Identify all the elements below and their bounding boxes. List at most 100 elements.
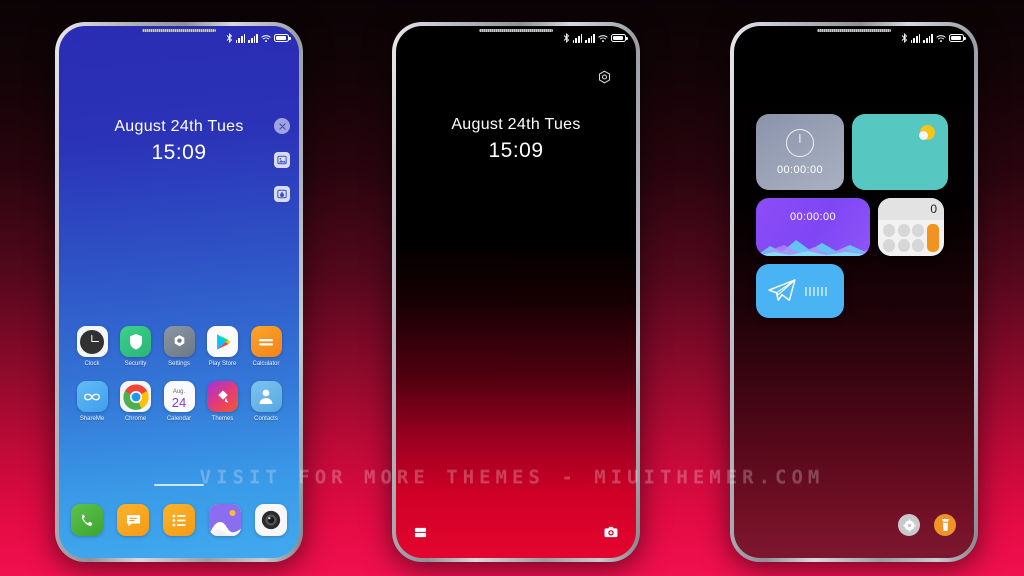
- contacts-icon: [250, 381, 282, 412]
- app-label: Clock: [84, 361, 100, 367]
- status-bar-2: [563, 33, 628, 43]
- wallpaper-button[interactable]: [274, 152, 290, 168]
- app-shareme[interactable]: ShareMe: [73, 381, 111, 422]
- calc-key-operator[interactable]: [926, 224, 939, 252]
- cloud-icon: [919, 131, 928, 140]
- play-store-icon: [207, 326, 238, 357]
- recorder-widget[interactable]: 00:00:00: [756, 198, 870, 256]
- earpiece-speaker: [142, 29, 216, 32]
- clock-time: 15:09: [151, 141, 207, 164]
- app-label: Chrome: [124, 416, 147, 422]
- flashlight-icon: [941, 519, 949, 531]
- camera-icon[interactable]: [604, 526, 618, 538]
- lockscreen-clock-1: August 24th Tues 15:09: [59, 118, 299, 165]
- notes-icon[interactable]: [163, 504, 195, 536]
- phone2-screen[interactable]: August 24th Tues 15:09: [396, 26, 636, 558]
- lockscreen-clock-2: August 24th Tues 15:09: [396, 116, 636, 163]
- clock-widget[interactable]: 00:00:00: [756, 114, 844, 190]
- phone-device-2: August 24th Tues 15:09: [392, 22, 640, 562]
- battery-icon: [274, 34, 291, 42]
- app-label: Security: [124, 361, 147, 367]
- calculator-display: 0: [878, 198, 944, 220]
- widget-row-1: 00:00:00: [756, 114, 952, 190]
- phone3-screen[interactable]: 00:00:00 00:00:00 0: [734, 26, 974, 558]
- recorder-widget-value: 00:00:00: [789, 211, 837, 223]
- message-icon[interactable]: [117, 504, 149, 536]
- earpiece-speaker: [817, 29, 891, 32]
- earpiece-speaker: [479, 29, 553, 32]
- gallery-icon[interactable]: [209, 504, 241, 536]
- chrome-icon: [120, 381, 151, 412]
- waveform-icon: [756, 240, 870, 256]
- app-label: Themes: [211, 416, 234, 422]
- signal-bars-icon: [910, 33, 921, 43]
- phone-icon[interactable]: [71, 504, 103, 536]
- clock-icon: [76, 326, 108, 357]
- app-themes[interactable]: Themes: [204, 381, 242, 422]
- status-bar-3: [901, 33, 966, 43]
- calc-key[interactable]: [883, 239, 896, 252]
- calc-key[interactable]: [897, 224, 910, 237]
- theme-button[interactable]: [274, 186, 290, 202]
- themes-icon: [207, 381, 238, 412]
- telegram-widget[interactable]: [756, 264, 844, 318]
- droplet-icon: [277, 189, 287, 199]
- calculator-keys: [878, 220, 944, 256]
- wifi-icon: [261, 34, 271, 42]
- signal-bars-icon: [585, 33, 595, 43]
- gear-icon: [163, 326, 195, 357]
- dock: [71, 504, 287, 536]
- status-bar-1: [226, 33, 291, 43]
- app-calculator[interactable]: Calculator: [247, 326, 285, 367]
- app-clock[interactable]: Clock: [73, 326, 111, 367]
- clock-time: 15:09: [488, 139, 544, 162]
- app-settings[interactable]: Settings: [160, 326, 198, 367]
- app-contacts[interactable]: Contacts: [247, 381, 285, 422]
- app-row-1: Clock Security Settings Play Store Calcu…: [73, 326, 285, 367]
- calendar-icon: Aug. 24: [163, 381, 195, 412]
- calculator-widget[interactable]: 0: [878, 198, 944, 256]
- gear-hex-icon[interactable]: [597, 70, 612, 85]
- telegram-label-placeholder: [805, 286, 827, 296]
- camera-icon[interactable]: [255, 504, 287, 536]
- stopwatch-icon: [786, 128, 814, 157]
- calendar-day: 24: [171, 394, 187, 410]
- app-chrome[interactable]: Chrome: [117, 381, 155, 422]
- app-label: Calendar: [166, 416, 192, 422]
- clock-date: August 24th Tues: [114, 118, 244, 135]
- app-play-store[interactable]: Play Store: [204, 326, 242, 367]
- lockscreen-shortcuts: [396, 526, 636, 539]
- clock-date: August 24th Tues: [451, 116, 581, 133]
- calculator-icon: [250, 326, 282, 357]
- wifi-icon: [936, 34, 946, 42]
- close-icon: [278, 122, 286, 130]
- calc-key[interactable]: [883, 224, 896, 237]
- wifi-icon: [598, 34, 608, 42]
- telegram-icon: [768, 279, 796, 301]
- close-button[interactable]: [274, 118, 290, 134]
- phone-device-1: August 24th Tues 15:09 Clock Security Se…: [55, 22, 303, 562]
- widget-grid: 00:00:00 00:00:00 0: [756, 114, 952, 326]
- shareme-icon: [76, 381, 108, 412]
- calc-key[interactable]: [912, 224, 925, 237]
- app-row-2: ShareMe Chrome Aug. 24 Calendar Themes C…: [73, 381, 285, 422]
- calc-key[interactable]: [912, 239, 925, 252]
- phone-device-3: 00:00:00 00:00:00 0: [730, 22, 978, 562]
- flashlight-button[interactable]: [934, 514, 956, 536]
- settings-button[interactable]: [898, 514, 920, 536]
- calc-key[interactable]: [897, 239, 910, 252]
- app-label: Contacts: [254, 416, 278, 422]
- app-calendar[interactable]: Aug. 24 Calendar: [160, 381, 198, 422]
- gear-icon: [902, 518, 916, 532]
- bottom-buttons: [898, 514, 956, 536]
- signal-bars-icon: [235, 33, 246, 43]
- card-icon[interactable]: [414, 526, 427, 539]
- app-grid: Clock Security Settings Play Store Calcu…: [73, 326, 285, 422]
- app-label: Calculator: [252, 361, 280, 367]
- image-icon: [277, 155, 287, 165]
- signal-bars-icon: [923, 33, 933, 43]
- app-security[interactable]: Security: [117, 326, 155, 367]
- weather-widget[interactable]: [852, 114, 948, 190]
- app-label: Play Store: [208, 361, 237, 367]
- phone1-screen[interactable]: August 24th Tues 15:09 Clock Security Se…: [59, 26, 299, 558]
